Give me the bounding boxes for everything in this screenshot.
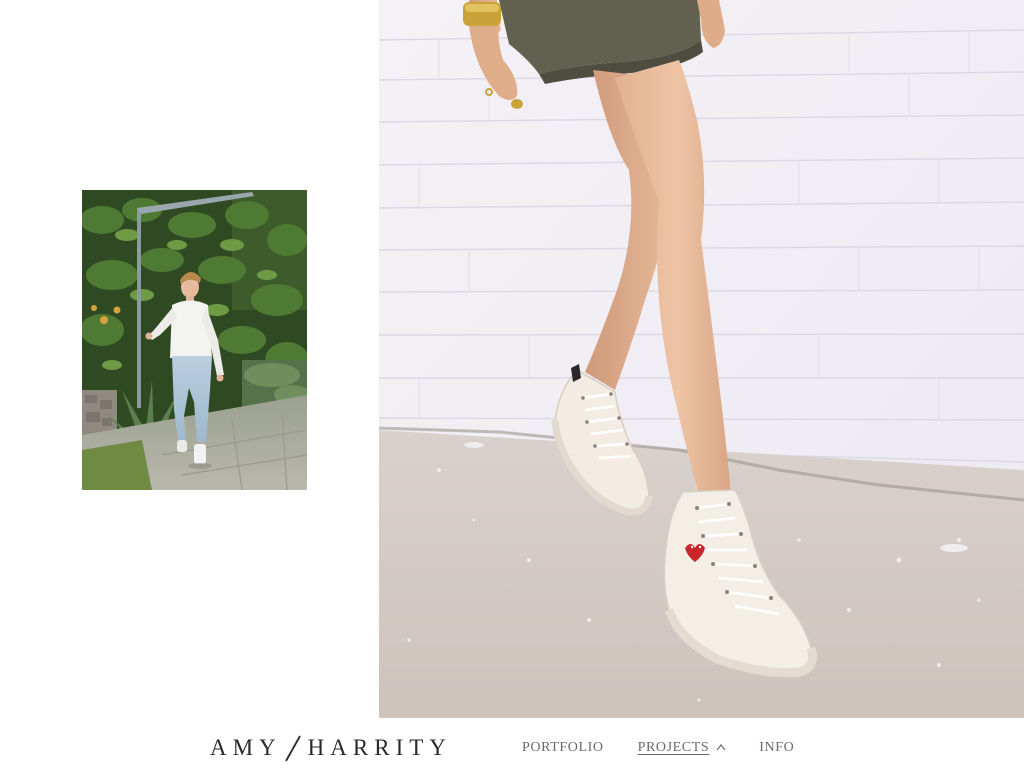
garden-photo-image xyxy=(82,190,307,490)
site-footer xyxy=(0,718,1024,778)
slash-divider-icon xyxy=(284,735,301,762)
nav-item-label: INFO xyxy=(759,740,795,755)
portfolio-page: AMY HARRITY PORTFOLIO PROJECTS INFO xyxy=(0,0,1024,778)
nav-item-label: PROJECTS xyxy=(637,740,710,755)
main-nav: PORTFOLIO PROJECTS INFO xyxy=(522,737,794,759)
nav-item-label: PORTFOLIO xyxy=(522,740,604,755)
nav-item-portfolio[interactable]: PORTFOLIO xyxy=(522,740,604,756)
brand-last-name: HARRITY xyxy=(307,735,452,760)
brand-logo[interactable]: AMY HARRITY xyxy=(210,733,452,763)
nav-item-info[interactable]: INFO xyxy=(759,740,794,756)
project-photo-garden[interactable] xyxy=(82,190,307,490)
chevron-up-icon xyxy=(716,744,726,751)
brand-first-name: AMY xyxy=(210,735,282,760)
sneakers-photo-image xyxy=(379,0,1024,718)
project-photo-sneakers[interactable] xyxy=(379,0,1024,718)
nav-item-projects[interactable]: PROJECTS xyxy=(638,740,727,756)
